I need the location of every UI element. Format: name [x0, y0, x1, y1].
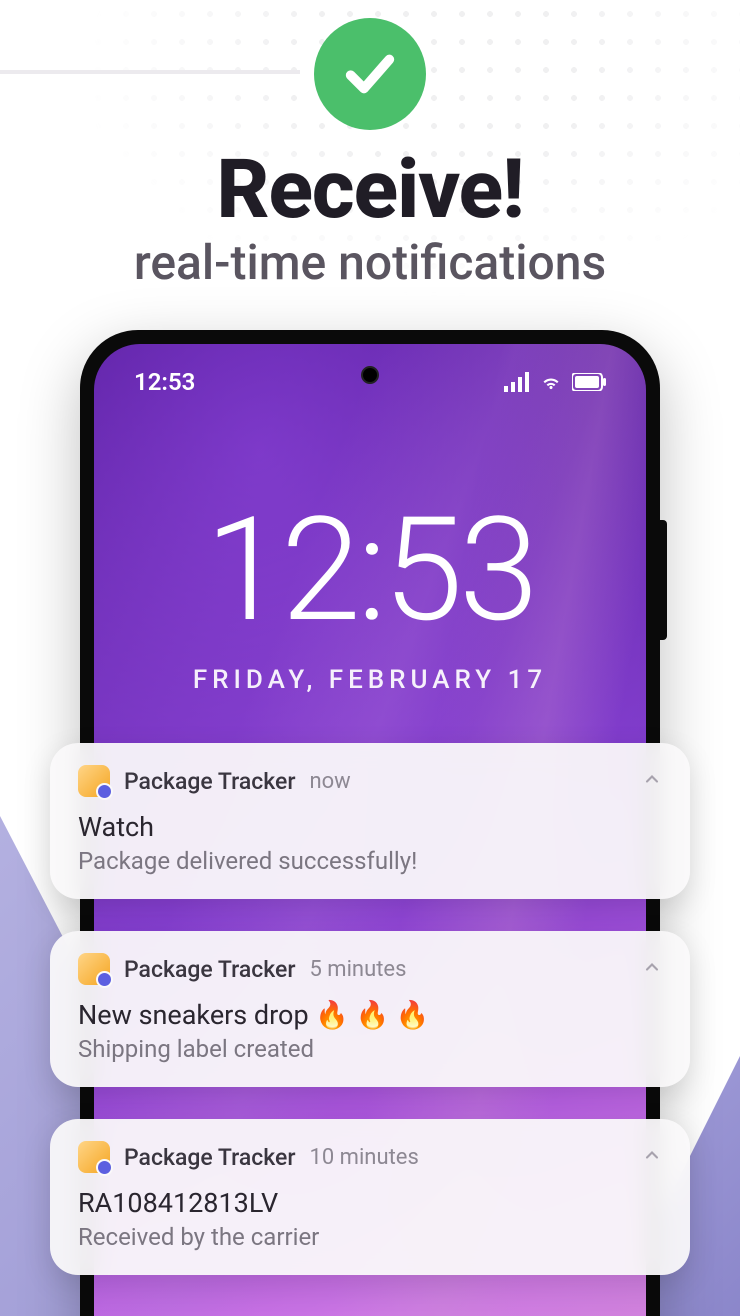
notification-time: now [309, 769, 350, 794]
lock-screen-clock: 12:53 FRIDAY, FEBRUARY 17 [94, 499, 646, 695]
package-icon [78, 765, 110, 797]
notification-body: Package delivered successfully! [78, 847, 662, 875]
notification-body: Received by the carrier [78, 1223, 662, 1251]
chevron-up-icon[interactable] [642, 957, 662, 981]
lock-date: FRIDAY, FEBRUARY 17 [94, 665, 646, 695]
status-icons [504, 372, 606, 392]
notification-app-name: Package Tracker [124, 956, 295, 983]
notification-card[interactable]: Package Tracker 10 minutes RA108412813LV… [50, 1119, 690, 1275]
check-badge [314, 18, 426, 130]
package-icon [78, 1141, 110, 1173]
check-icon [341, 45, 399, 103]
notification-time: 10 minutes [309, 1145, 418, 1170]
notification-time: 5 minutes [309, 957, 406, 982]
chevron-up-icon[interactable] [642, 769, 662, 793]
package-icon [78, 953, 110, 985]
wifi-icon [538, 372, 564, 392]
camera-punch-hole [361, 366, 379, 384]
notification-title: Watch [78, 811, 662, 843]
headline-subtitle: real-time notifications [0, 234, 740, 291]
notification-app-name: Package Tracker [124, 768, 295, 795]
battery-icon [572, 373, 606, 391]
notification-title: New sneakers drop 🔥 🔥 🔥 [78, 999, 662, 1031]
notification-app-name: Package Tracker [124, 1144, 295, 1171]
headline: Receive! real-time notifications [0, 142, 740, 291]
headline-title: Receive! [0, 142, 740, 238]
notification-body: Shipping label created [78, 1035, 662, 1063]
status-time: 12:53 [134, 368, 195, 396]
notification-stack: Package Tracker now Watch Package delive… [50, 743, 690, 1275]
notification-title: RA108412813LV [78, 1187, 662, 1219]
signal-icon [504, 372, 530, 392]
notification-card[interactable]: Package Tracker now Watch Package delive… [50, 743, 690, 899]
chevron-up-icon[interactable] [642, 1145, 662, 1169]
lock-time: 12:53 [94, 499, 646, 643]
notification-card[interactable]: Package Tracker 5 minutes New sneakers d… [50, 931, 690, 1087]
divider-line [0, 70, 300, 74]
